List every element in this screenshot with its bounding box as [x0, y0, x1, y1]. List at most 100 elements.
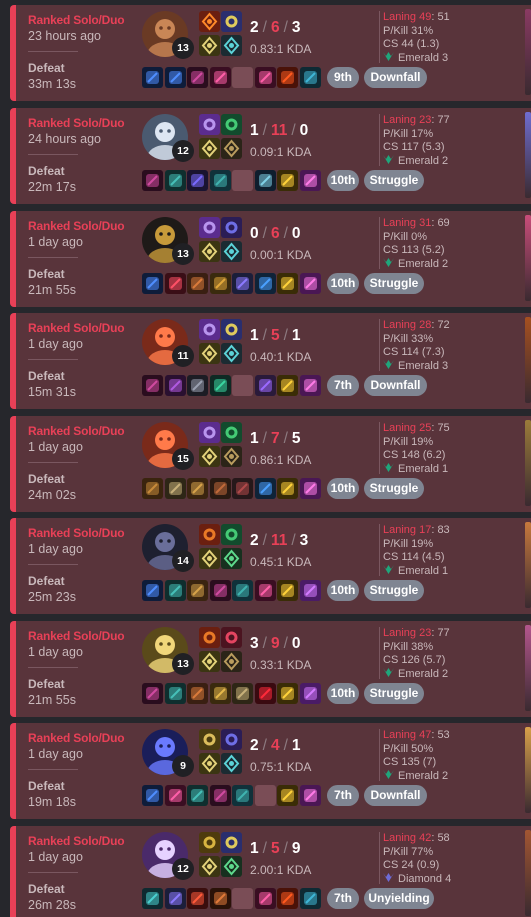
- lethal-rune-icon[interactable]: [199, 343, 220, 364]
- lethal-rune-icon[interactable]: [199, 138, 220, 159]
- heal-spell-icon[interactable]: [221, 114, 242, 135]
- sorcery-rune-icon[interactable]: [221, 241, 242, 262]
- performance-tag[interactable]: Downfall: [364, 67, 427, 88]
- eye-item-icon[interactable]: [142, 888, 163, 909]
- inspiration-rune-icon[interactable]: [221, 753, 242, 774]
- arc-item-icon[interactable]: [187, 375, 208, 396]
- heal-spell-icon[interactable]: [221, 422, 242, 443]
- lethal-rune-icon[interactable]: [199, 241, 220, 262]
- blue-orb-item-icon[interactable]: [164, 67, 186, 88]
- sword-item-icon[interactable]: [254, 170, 276, 191]
- orb-item-icon[interactable]: [142, 273, 163, 294]
- ignite-rune-icon[interactable]: [199, 11, 220, 32]
- performance-tag[interactable]: Struggle: [364, 273, 424, 294]
- bow-item-icon[interactable]: [164, 580, 186, 601]
- heal-spell-icon[interactable]: [221, 524, 242, 545]
- crystal-item-icon[interactable]: [299, 580, 321, 601]
- tooth-item-icon[interactable]: [164, 478, 186, 499]
- bronze-item-icon[interactable]: [142, 478, 163, 499]
- gold-ward-item-icon[interactable]: [277, 273, 298, 294]
- blade-item-icon[interactable]: [142, 170, 163, 191]
- match-card[interactable]: Ranked Solo/Duo 1 day ago Defeat 21m 55s 13 0…: [10, 211, 531, 307]
- lethal-rune-icon[interactable]: [199, 753, 220, 774]
- flame-item-icon[interactable]: [187, 888, 208, 909]
- boots-item-icon[interactable]: [299, 375, 321, 396]
- hail-rune-icon[interactable]: [199, 35, 220, 56]
- conqueror-rune-icon[interactable]: [199, 548, 220, 569]
- guardian-rune-icon[interactable]: [199, 856, 220, 877]
- gold-ward-item-icon[interactable]: [277, 478, 298, 499]
- empty-item-slot[interactable]: [232, 67, 253, 88]
- performance-tag[interactable]: Unyielding: [364, 888, 434, 909]
- match-card[interactable]: Ranked Solo/Duo 1 day ago Defeat 19m 18s 9 2/…: [10, 723, 531, 819]
- crown-item-icon[interactable]: [232, 273, 253, 294]
- match-card[interactable]: Ranked Solo/Duo 24 hours ago Defeat 22m 17s…: [10, 108, 531, 204]
- match-card[interactable]: Ranked Solo/Duo 1 day ago Defeat 21m 55s 13 3…: [10, 621, 531, 717]
- teleport-spell-icon[interactable]: [221, 217, 242, 238]
- gold-ward-item-icon[interactable]: [277, 375, 298, 396]
- boots-item-icon[interactable]: [299, 170, 321, 191]
- gold-ward-item-icon[interactable]: [277, 683, 298, 704]
- sorcery-rune-icon[interactable]: [221, 343, 242, 364]
- ghost-spell-icon[interactable]: [199, 422, 220, 443]
- inspiration-rune-icon[interactable]: [221, 35, 242, 56]
- performance-tag[interactable]: Struggle: [364, 478, 424, 499]
- ignite-spell-icon[interactable]: [199, 524, 220, 545]
- cloak-item-icon[interactable]: [232, 580, 253, 601]
- cleaver-item-icon[interactable]: [209, 478, 231, 499]
- empty-item-slot[interactable]: [232, 170, 253, 191]
- orb-item-icon[interactable]: [142, 580, 163, 601]
- claw-item-icon[interactable]: [187, 580, 208, 601]
- tooth-item-icon[interactable]: [232, 683, 253, 704]
- bow-item-icon[interactable]: [187, 785, 208, 806]
- purple-orb-item-icon[interactable]: [142, 67, 163, 88]
- boots-item-icon[interactable]: [299, 478, 321, 499]
- performance-tag[interactable]: Struggle: [364, 170, 424, 191]
- fist-item-icon[interactable]: [187, 273, 208, 294]
- blade-item-icon[interactable]: [209, 580, 231, 601]
- ghost-spell-icon[interactable]: [199, 114, 220, 135]
- demon-mask-item-icon[interactable]: [254, 67, 276, 88]
- glove-item-icon[interactable]: [209, 273, 231, 294]
- gold-ward-item-icon[interactable]: [277, 580, 298, 601]
- crimson-blade-item-icon[interactable]: [187, 67, 208, 88]
- resolve-rune-icon[interactable]: [221, 548, 242, 569]
- cloak-item-icon[interactable]: [209, 170, 231, 191]
- fist-item-icon[interactable]: [187, 683, 208, 704]
- claw-item-icon[interactable]: [187, 478, 208, 499]
- blade-item-icon[interactable]: [142, 683, 163, 704]
- book-item-icon[interactable]: [209, 888, 231, 909]
- gauntlet-item-icon[interactable]: [209, 683, 231, 704]
- cloak-item-icon[interactable]: [232, 785, 253, 806]
- gold-ward-item-icon[interactable]: [277, 170, 298, 191]
- ward-lens-item-icon[interactable]: [299, 67, 321, 88]
- lethal-rune-icon[interactable]: [199, 446, 220, 467]
- match-card[interactable]: Ranked Solo/Duo 1 day ago Defeat 26m 28s 12 1…: [10, 826, 531, 917]
- boots-item-icon[interactable]: [299, 785, 321, 806]
- crown-item-icon[interactable]: [164, 888, 186, 909]
- match-card[interactable]: Ranked Solo/Duo 23 hours ago Defeat 33m 13s…: [10, 5, 531, 101]
- resolve-rune-icon[interactable]: [221, 856, 242, 877]
- bow-item-icon[interactable]: [164, 170, 186, 191]
- blade-item-icon[interactable]: [142, 375, 163, 396]
- ruby-item-icon[interactable]: [254, 683, 276, 704]
- mask-item-icon[interactable]: [209, 67, 231, 88]
- orb-item-icon[interactable]: [142, 785, 163, 806]
- flame-crest-item-icon[interactable]: [277, 888, 298, 909]
- flame-crest-item-icon[interactable]: [277, 67, 298, 88]
- ignite-spell-icon[interactable]: [199, 627, 220, 648]
- precision-rune-icon[interactable]: [221, 651, 242, 672]
- precision-rune-icon[interactable]: [221, 446, 242, 467]
- performance-tag[interactable]: Struggle: [364, 683, 424, 704]
- boots-item-icon[interactable]: [299, 273, 321, 294]
- mask-item-icon[interactable]: [254, 888, 276, 909]
- match-card[interactable]: Ranked Solo/Duo 1 day ago Defeat 24m 02s 15 1…: [10, 416, 531, 512]
- lethal-rune-icon[interactable]: [199, 651, 220, 672]
- mask-item-icon[interactable]: [164, 785, 186, 806]
- empty-item-slot[interactable]: [232, 375, 253, 396]
- mask-item-icon[interactable]: [254, 580, 276, 601]
- scythe-item-icon[interactable]: [187, 170, 208, 191]
- performance-tag[interactable]: Downfall: [364, 375, 427, 396]
- flash-spell-icon[interactable]: [221, 832, 242, 853]
- exhaust-spell-icon[interactable]: [199, 832, 220, 853]
